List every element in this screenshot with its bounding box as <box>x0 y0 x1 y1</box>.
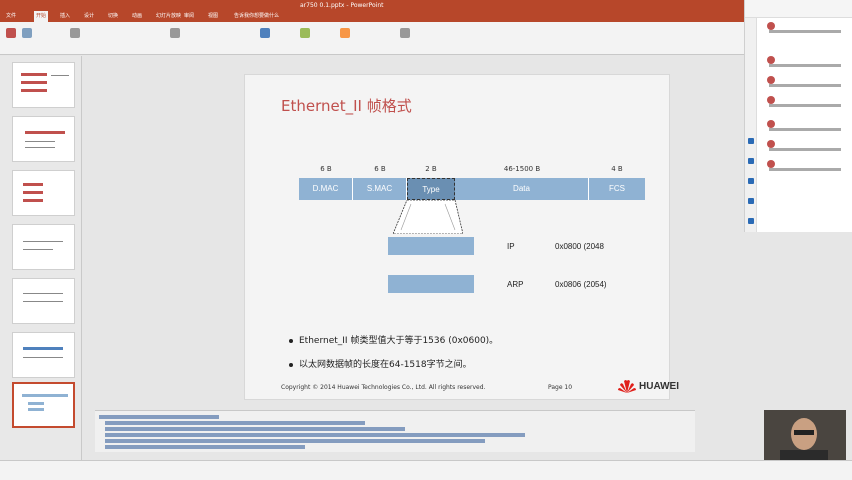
frame-field-data: Data <box>455 178 589 200</box>
ip-type-box <box>388 237 474 255</box>
field-size-label: 6 B <box>374 165 386 173</box>
slide-thumbnail[interactable] <box>12 224 75 270</box>
menu-tab-insert[interactable]: 插入 <box>60 11 70 22</box>
speaker-notes[interactable] <box>95 410 695 452</box>
huawei-logo-icon <box>618 380 636 393</box>
find-icon[interactable] <box>400 28 410 38</box>
menu-tab-slideshow[interactable]: 幻灯片放映 <box>156 11 181 22</box>
field-size-label: 46-1500 B <box>503 165 541 173</box>
slide-thumbnail-pane <box>0 56 82 460</box>
footer-copyright: Copyright © 2014 Huawei Technologies Co.… <box>281 384 486 391</box>
menu-tab-transitions[interactable]: 切换 <box>108 11 118 22</box>
chat-message <box>749 56 849 78</box>
slide-title: Ethernet_II 帧格式 <box>281 97 412 115</box>
bullet-dot <box>289 338 293 343</box>
field-size-label: 4 B <box>611 165 623 173</box>
window-title: ar750 0.1.pptx - PowerPoint <box>300 2 384 9</box>
slide-thumbnail[interactable] <box>12 278 75 324</box>
chat-message <box>749 76 849 98</box>
footer-page-number: Page 10 <box>548 384 573 391</box>
menu-bar: 文件 开始 插入 设计 切换 动画 幻灯片放映 审阅 视图 告诉我你想要做什么 <box>0 11 852 22</box>
frame-field-dmac: D.MAC <box>299 178 353 200</box>
bullet-text: Ethernet_II 帧类型值大于等于1536 (0x0600)。 <box>299 336 499 346</box>
chat-message <box>749 120 849 142</box>
menu-tab-design[interactable]: 设计 <box>84 11 94 22</box>
arrange-icon[interactable] <box>300 28 310 38</box>
slide-thumbnail[interactable] <box>12 170 75 216</box>
avatar <box>767 76 775 84</box>
bullet-text: 以太网数据帧的长度在64-1518字节之间。 <box>299 360 472 370</box>
huawei-brand: HUAWEI <box>639 381 679 392</box>
bullet-item: 以太网数据帧的长度在64-1518字节之间。 <box>289 357 472 370</box>
avatar <box>767 120 775 128</box>
avatar <box>767 56 775 64</box>
field-size-label: 2 B <box>425 165 437 173</box>
menu-tab-view[interactable]: 视图 <box>208 11 218 22</box>
slide-thumbnail[interactable] <box>12 62 75 108</box>
menu-tab-animations[interactable]: 动画 <box>132 11 142 22</box>
type-expansion-funnel <box>393 200 463 234</box>
menu-tab-file[interactable]: 文件 <box>6 11 16 22</box>
shapes-icon[interactable] <box>260 28 270 38</box>
paragraph-icon[interactable] <box>170 28 180 38</box>
chat-message <box>749 22 849 44</box>
bullet-item: Ethernet_II 帧类型值大于等于1536 (0x0600)。 <box>289 333 498 346</box>
status-bar <box>0 460 852 480</box>
slide-thumbnail[interactable] <box>12 116 75 162</box>
chat-message <box>749 140 849 162</box>
slide-thumbnail[interactable] <box>12 332 75 378</box>
paste-icon[interactable] <box>6 28 16 38</box>
chat-tool-icon[interactable] <box>748 198 754 204</box>
arp-type-box <box>388 275 474 293</box>
font-icon[interactable] <box>70 28 80 38</box>
menu-tab-review[interactable]: 审阅 <box>184 11 194 22</box>
new-slide-icon[interactable] <box>22 28 32 38</box>
menu-tab-home[interactable]: 开始 <box>34 11 49 22</box>
frame-field-fcs: FCS <box>589 178 645 200</box>
chat-message <box>749 160 849 182</box>
chat-panel <box>744 0 852 232</box>
chat-header <box>745 0 852 18</box>
field-size-label: 6 B <box>320 165 332 173</box>
avatar <box>767 22 775 30</box>
frame-field-type: Type <box>407 178 455 200</box>
protocol-arp: ARP <box>507 280 524 289</box>
avatar <box>767 160 775 168</box>
protocol-ip: IP <box>507 242 515 251</box>
ribbon <box>0 22 852 55</box>
avatar <box>767 96 775 104</box>
protocol-ip-code: 0x0800 (2048 <box>555 242 604 251</box>
avatar <box>767 140 775 148</box>
bullet-dot <box>289 362 293 367</box>
slide-thumbnail-current[interactable] <box>12 382 75 428</box>
slide: Ethernet_II 帧格式 6 B 6 B 2 B 46-1500 B 4 … <box>244 74 679 400</box>
frame-field-smac: S.MAC <box>353 178 407 200</box>
chat-message <box>749 96 849 118</box>
tell-me-search[interactable]: 告诉我你想要做什么 <box>234 11 279 22</box>
chat-tool-icon[interactable] <box>748 218 754 224</box>
protocol-arp-code: 0x0806 (2054) <box>555 280 607 289</box>
quick-styles-icon[interactable] <box>340 28 350 38</box>
title-bar: ar750 0.1.pptx - PowerPoint – □ ✕ <box>0 0 852 11</box>
